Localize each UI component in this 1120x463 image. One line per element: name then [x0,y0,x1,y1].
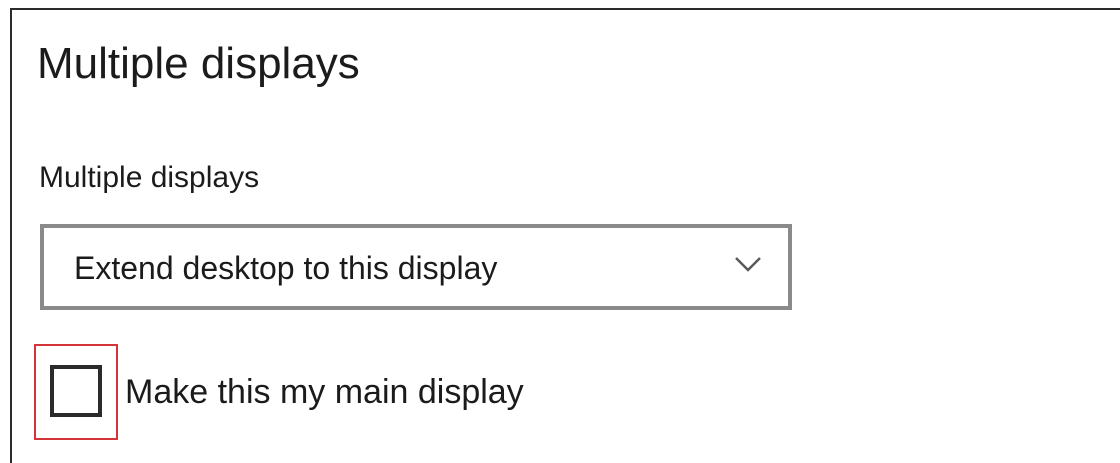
dropdown-selected-value: Extend desktop to this display [74,250,498,286]
chevron-down-icon [735,257,761,272]
multiple-displays-label: Multiple displays [39,161,260,194]
multiple-displays-dropdown[interactable]: Extend desktop to this display [40,224,792,310]
main-display-checkbox[interactable] [50,365,102,417]
main-display-checkbox-label[interactable]: Make this my main display [125,370,524,414]
page-title: Multiple displays [37,39,360,88]
